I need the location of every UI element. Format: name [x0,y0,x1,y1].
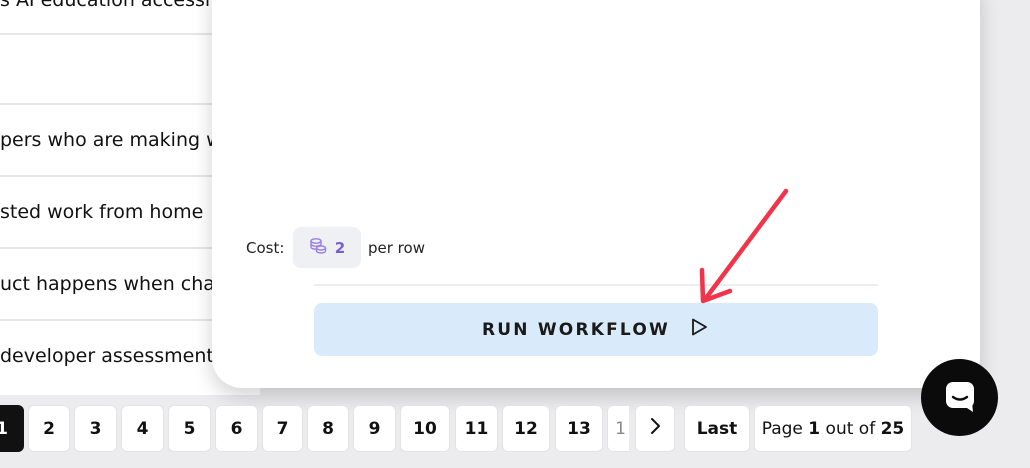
next-page-button[interactable] [635,405,675,452]
chat-bubble-icon [942,378,978,418]
page-button-5[interactable]: 5 [168,405,211,452]
last-page-button[interactable]: Last [684,405,750,452]
page-info: Page 1 out of 25 [754,405,912,452]
table-cell-text: pers who are making w [0,129,222,151]
page-button-3[interactable]: 3 [74,405,117,452]
play-outline-icon [688,316,710,343]
cost-badge: 2 [293,227,361,268]
page-button-9[interactable]: 9 [353,405,396,452]
workflow-modal: Cost: 2 per row RUN WORKFLOW [212,0,980,388]
chat-launcher-button[interactable] [921,359,998,436]
red-arrow-annotation [699,188,789,304]
chevron-right-icon [648,417,662,440]
cost-value: 2 [334,238,346,257]
table-cell-text: uct happens when cha [0,273,215,295]
page-button-10[interactable]: 10 [400,405,450,452]
table-cell-text: s AI education accessi [0,0,211,11]
run-workflow-button[interactable]: RUN WORKFLOW [314,303,878,356]
page-button-6[interactable]: 6 [215,405,258,452]
run-workflow-label: RUN WORKFLOW [482,319,670,340]
total-pages: 25 [880,418,905,439]
page-button-1[interactable]: 1 [0,405,24,452]
page-button-2[interactable]: 2 [28,405,70,452]
cost-unit: per row [368,239,425,257]
table-cell-text: sted work from home [0,201,204,223]
page-button-4[interactable]: 4 [121,405,164,452]
page-info-prefix: Page [761,418,803,439]
page-info-mid: out of [825,418,876,439]
page-button-partial[interactable]: 1 [607,405,629,452]
page-button-12[interactable]: 12 [502,405,550,452]
current-page: 1 [808,418,821,439]
page-button-11[interactable]: 11 [455,405,498,452]
page-button-13[interactable]: 13 [555,405,603,452]
coins-stack-icon [309,237,327,259]
page-button-7[interactable]: 7 [262,405,303,452]
cost-label: Cost: [246,239,285,257]
page-button-8[interactable]: 8 [307,405,349,452]
table-cell-text: developer assessment [0,345,214,367]
